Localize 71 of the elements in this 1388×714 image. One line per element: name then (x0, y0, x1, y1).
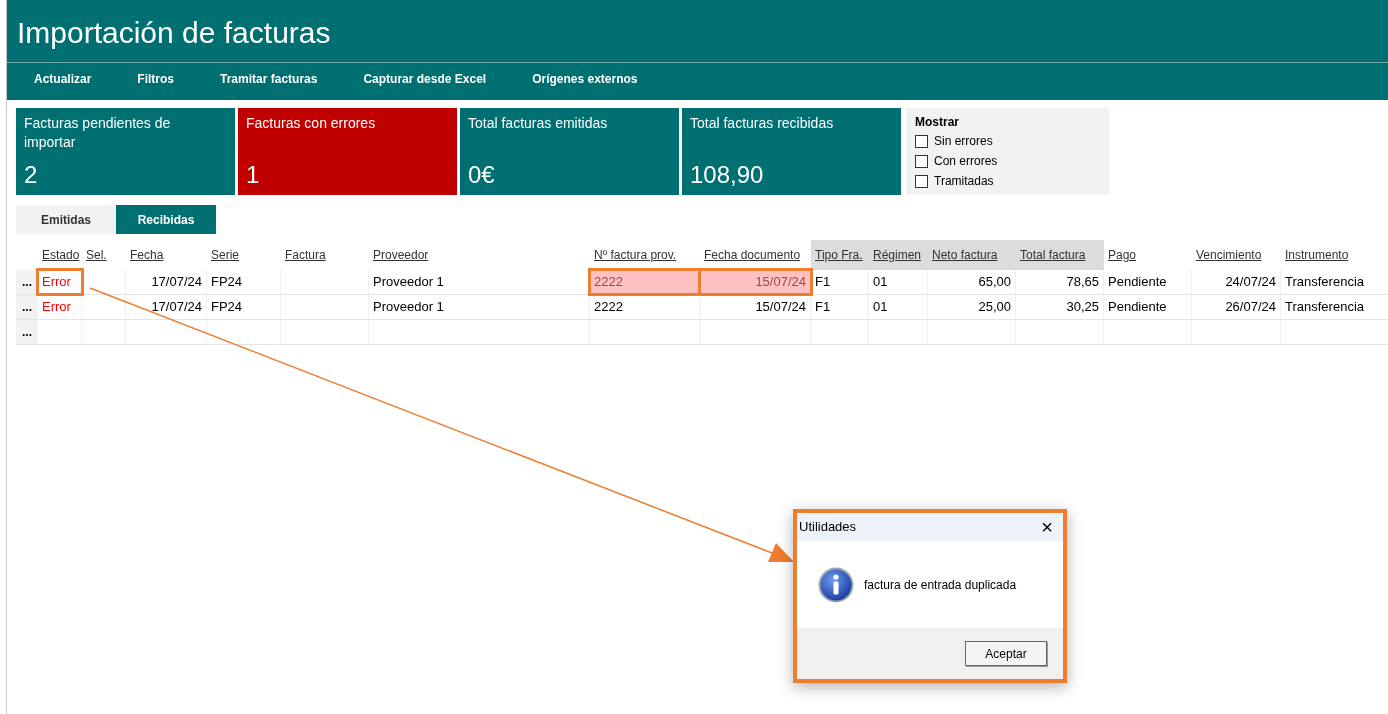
column-header[interactable]: Régimen (869, 240, 928, 270)
table-cell: 24/07/24 (1192, 270, 1281, 294)
column-header[interactable]: Serie (207, 240, 281, 270)
stat-label: Total facturas emitidas (468, 114, 609, 133)
row-handle[interactable]: ... (16, 320, 38, 344)
table-cell: FP24 (207, 270, 281, 294)
stat-value: 1 (246, 161, 261, 189)
menu-item[interactable]: Orígenes externos (532, 70, 638, 88)
table-cell: 01 (869, 295, 928, 319)
menu-item[interactable]: Tramitar facturas (220, 70, 318, 88)
column-header[interactable]: Neto factura (928, 240, 1016, 270)
table-cell: Error (38, 295, 82, 319)
window-title: Importación de facturas (16, 15, 332, 51)
close-button[interactable]: × (1031, 513, 1063, 541)
row-handle[interactable]: ... (16, 295, 38, 319)
table-cell: 17/07/24 (126, 295, 207, 319)
checkbox-label: Tramitadas (934, 173, 994, 190)
checkbox[interactable] (915, 174, 928, 188)
dialog-title: Utilidades (799, 518, 857, 537)
filter-title: Mostrar (915, 114, 960, 131)
stat-value: 0€ (468, 161, 496, 189)
column-header[interactable]: Tipo Fra. (811, 240, 869, 270)
stat-label: Total facturas recibidas (690, 114, 835, 133)
tab[interactable]: Emitidas (16, 205, 116, 234)
table-cell: Proveedor 1 (369, 295, 590, 319)
stat-label: Facturas pendientes de importar (24, 114, 172, 152)
table-cell: 01 (869, 270, 928, 294)
stat-value: 2 (24, 161, 39, 189)
column-header[interactable]: Fecha (126, 240, 207, 270)
table-cell: F1 (811, 270, 869, 294)
table-cell: 17/07/24 (126, 270, 207, 294)
checkbox[interactable] (915, 154, 928, 168)
column-header[interactable]: Vencimiento (1192, 240, 1281, 270)
stat-value: 108,90 (690, 161, 765, 189)
column-header[interactable]: Fecha documento (700, 240, 811, 270)
column-header[interactable]: Nº factura prov. (590, 240, 700, 270)
tab[interactable]: Recibidas (116, 205, 216, 234)
table-cell: 2222 (590, 270, 700, 294)
table-cell: Pendiente (1104, 295, 1192, 319)
table-cell: 26/07/24 (1192, 295, 1281, 319)
stat-label: Facturas con errores (246, 114, 377, 133)
row-handle[interactable]: ... (16, 270, 38, 294)
column-header[interactable]: Instrumento (1281, 240, 1388, 270)
table-cell: 30,25 (1016, 295, 1104, 319)
menu-item[interactable]: Actualizar (34, 70, 92, 88)
column-header[interactable]: Factura (281, 240, 369, 270)
table-cell: Transferencia (1281, 270, 1388, 294)
table-cell: 65,00 (928, 270, 1016, 294)
column-header[interactable]: Pago (1104, 240, 1192, 270)
column-header[interactable]: Proveedor (369, 240, 590, 270)
table-cell: 25,00 (928, 295, 1016, 319)
table-cell: 2222 (590, 295, 700, 319)
menu-item[interactable]: Capturar desde Excel (363, 70, 487, 88)
info-icon (818, 566, 854, 603)
column-header[interactable]: Estado (38, 240, 82, 270)
table-cell: F1 (811, 295, 869, 319)
menu-item[interactable]: Filtros (137, 70, 175, 88)
column-header[interactable]: Sel. (82, 240, 126, 270)
accept-button[interactable]: Aceptar (965, 641, 1047, 666)
table-cell: 15/07/24 (700, 295, 811, 319)
dialog-message: factura de entrada duplicada (864, 576, 1017, 594)
table-cell: 78,65 (1016, 270, 1104, 294)
table-cell: FP24 (207, 295, 281, 319)
column-header[interactable]: Total factura (1016, 240, 1104, 270)
table-cell: Transferencia (1281, 295, 1388, 319)
table-cell: Pendiente (1104, 270, 1192, 294)
table-cell: Error (38, 270, 82, 294)
table-cell: 15/07/24 (700, 270, 811, 294)
checkbox[interactable] (915, 134, 928, 148)
checkbox-label: Con errores (934, 153, 998, 170)
checkbox-label: Sin errores (934, 133, 993, 150)
